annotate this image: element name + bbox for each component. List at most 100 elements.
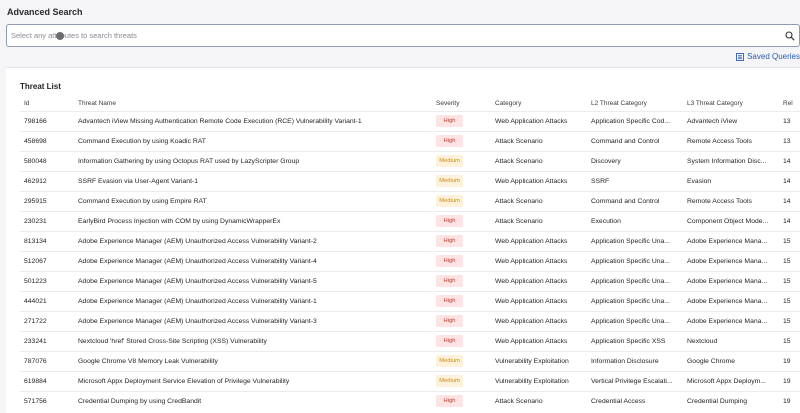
cell-rel: 15 — [779, 330, 800, 351]
cell-id: 458698 — [20, 130, 74, 151]
cell-threat-name: Adobe Experience Manager (AEM) Unauthori… — [74, 230, 432, 251]
threat-table: Id Threat Name Severity Category L2 Thre… — [20, 97, 800, 411]
column-header-l3-category[interactable]: L3 Threat Category — [683, 97, 779, 111]
cell-rel: 15 — [779, 310, 800, 331]
table-row[interactable]: 571756 Credential Dumping by using CredBa… — [20, 390, 800, 411]
table-row[interactable]: 444021 Adobe Experience Manager (AEM) Una… — [20, 290, 800, 311]
severity-badge: Medium — [436, 155, 463, 167]
table-row[interactable]: 501223 Adobe Experience Manager (AEM) Una… — [20, 270, 800, 291]
cell-l3-category: Adobe Experience Mana... — [683, 250, 779, 271]
cell-l2-category: Application Specific Una... — [587, 310, 683, 331]
cell-l2-category: SSRF — [587, 170, 683, 191]
cell-rel: 15 — [779, 230, 800, 251]
cell-threat-name: Credential Dumping by using CredBandit — [74, 390, 432, 411]
search-box[interactable] — [6, 24, 800, 47]
cell-threat-name: Adobe Experience Manager (AEM) Unauthori… — [74, 290, 432, 311]
table-row[interactable]: 458698 Command Execution by using Koadic … — [20, 130, 800, 151]
cell-rel: 13 — [779, 130, 800, 151]
cell-l2-category: Vertical Privilege Escalati... — [587, 370, 683, 391]
cell-id: 580048 — [20, 150, 74, 171]
saved-queries-button[interactable]: Saved Queries — [736, 52, 800, 61]
severity-badge: Medium — [436, 175, 463, 187]
cell-threat-name: Adobe Experience Manager (AEM) Unauthori… — [74, 310, 432, 331]
cell-id: 787076 — [20, 350, 74, 371]
column-header-threat-name[interactable]: Threat Name — [74, 97, 432, 111]
table-row[interactable]: 295915 Command Execution by using Empire … — [20, 190, 800, 211]
cell-category: Web Application Attacks — [491, 230, 587, 251]
table-header-row: Id Threat Name Severity Category L2 Thre… — [20, 97, 800, 111]
cell-l3-category: Nextcloud — [683, 330, 779, 351]
cell-id: 813134 — [20, 230, 74, 251]
cell-threat-name: Microsoft Appx Deployment Service Elevat… — [74, 370, 432, 391]
threat-list-title: Threat List — [20, 82, 61, 91]
cell-l2-category: Application Specific Una... — [587, 230, 683, 251]
severity-badge: Medium — [436, 375, 463, 387]
severity-badge: High — [436, 315, 463, 327]
cell-category: Web Application Attacks — [491, 110, 587, 131]
saved-queries-icon — [736, 52, 745, 61]
cell-category: Attack Scenario — [491, 390, 587, 411]
table-row[interactable]: 787076 Google Chrome V8 Memory Leak Vulne… — [20, 350, 800, 371]
cell-category: Attack Scenario — [491, 190, 587, 211]
cell-category: Attack Scenario — [491, 210, 587, 231]
cell-l2-category: Application Specific Una... — [587, 250, 683, 271]
cell-id: 501223 — [20, 270, 74, 291]
cell-category: Web Application Attacks — [491, 170, 587, 191]
cell-severity: High — [432, 230, 491, 251]
cell-l3-category: Advantech iView — [683, 110, 779, 131]
cell-severity: High — [432, 110, 491, 131]
table-row[interactable]: 271722 Adobe Experience Manager (AEM) Una… — [20, 310, 800, 331]
table-row[interactable]: 230231 EarlyBird Process Injection with C… — [20, 210, 800, 231]
column-header-category[interactable]: Category — [491, 97, 587, 111]
cell-l2-category: Application Specific Una... — [587, 270, 683, 291]
table-row[interactable]: 462912 SSRF Evasion via User-Agent Varian… — [20, 170, 800, 191]
cell-id: 295915 — [20, 190, 74, 211]
table-row[interactable]: 233241 Nextcloud 'href' Stored Cross-Site… — [20, 330, 800, 351]
table-row[interactable]: 798166 Advantech iView Missing Authentica… — [20, 110, 800, 131]
cell-category: Web Application Attacks — [491, 310, 587, 331]
threat-list-panel: Threat List Id Threat Name Severity Cate… — [6, 67, 800, 413]
cell-l3-category: Microsoft Appx Deploym... — [683, 370, 779, 391]
table-row[interactable]: 580048 Information Gathering by using Oct… — [20, 150, 800, 171]
cell-l3-category: Component Object Mode... — [683, 210, 779, 231]
cell-id: 512067 — [20, 250, 74, 271]
table-row[interactable]: 512067 Adobe Experience Manager (AEM) Una… — [20, 250, 800, 271]
search-input[interactable] — [7, 25, 777, 46]
cell-severity: Medium — [432, 370, 491, 391]
cell-l2-category: Discovery — [587, 150, 683, 171]
cell-severity: Medium — [432, 170, 491, 191]
cell-category: Web Application Attacks — [491, 330, 587, 351]
cell-l3-category: Adobe Experience Mana... — [683, 230, 779, 251]
cell-rel: 15 — [779, 250, 800, 271]
cell-l2-category: Application Specific Cod... — [587, 110, 683, 131]
cell-l3-category: System Information Disc... — [683, 150, 779, 171]
cell-l3-category: Google Chrome — [683, 350, 779, 371]
cell-category: Web Application Attacks — [491, 250, 587, 271]
severity-badge: Medium — [436, 355, 463, 367]
cell-threat-name: Command Execution by using Koadic RAT — [74, 130, 432, 151]
column-header-id[interactable]: Id — [20, 97, 74, 111]
cell-rel: 15 — [779, 290, 800, 311]
severity-badge: High — [436, 215, 463, 227]
cell-l3-category: Adobe Experience Mana... — [683, 270, 779, 291]
cell-severity: High — [432, 210, 491, 231]
cell-severity: Medium — [432, 350, 491, 371]
cell-severity: High — [432, 130, 491, 151]
table-row[interactable]: 619884 Microsoft Appx Deployment Service … — [20, 370, 800, 391]
column-header-l2-category[interactable]: L2 Threat Category — [587, 97, 683, 111]
cell-severity: Medium — [432, 190, 491, 211]
column-header-rel[interactable]: Rel — [779, 97, 800, 111]
cell-id: 271722 — [20, 310, 74, 331]
cell-rel: 13 — [779, 110, 800, 131]
severity-badge: High — [436, 295, 463, 307]
cell-l3-category: Adobe Experience Mana... — [683, 290, 779, 311]
cell-id: 444021 — [20, 290, 74, 311]
severity-badge: High — [436, 275, 463, 287]
search-icon[interactable] — [785, 31, 795, 41]
cell-rel: 14 — [779, 190, 800, 211]
column-header-severity[interactable]: Severity — [432, 97, 491, 111]
cell-severity: Medium — [432, 150, 491, 171]
cell-l3-category: Remote Access Tools — [683, 190, 779, 211]
table-row[interactable]: 813134 Adobe Experience Manager (AEM) Una… — [20, 230, 800, 251]
cell-severity: High — [432, 330, 491, 351]
